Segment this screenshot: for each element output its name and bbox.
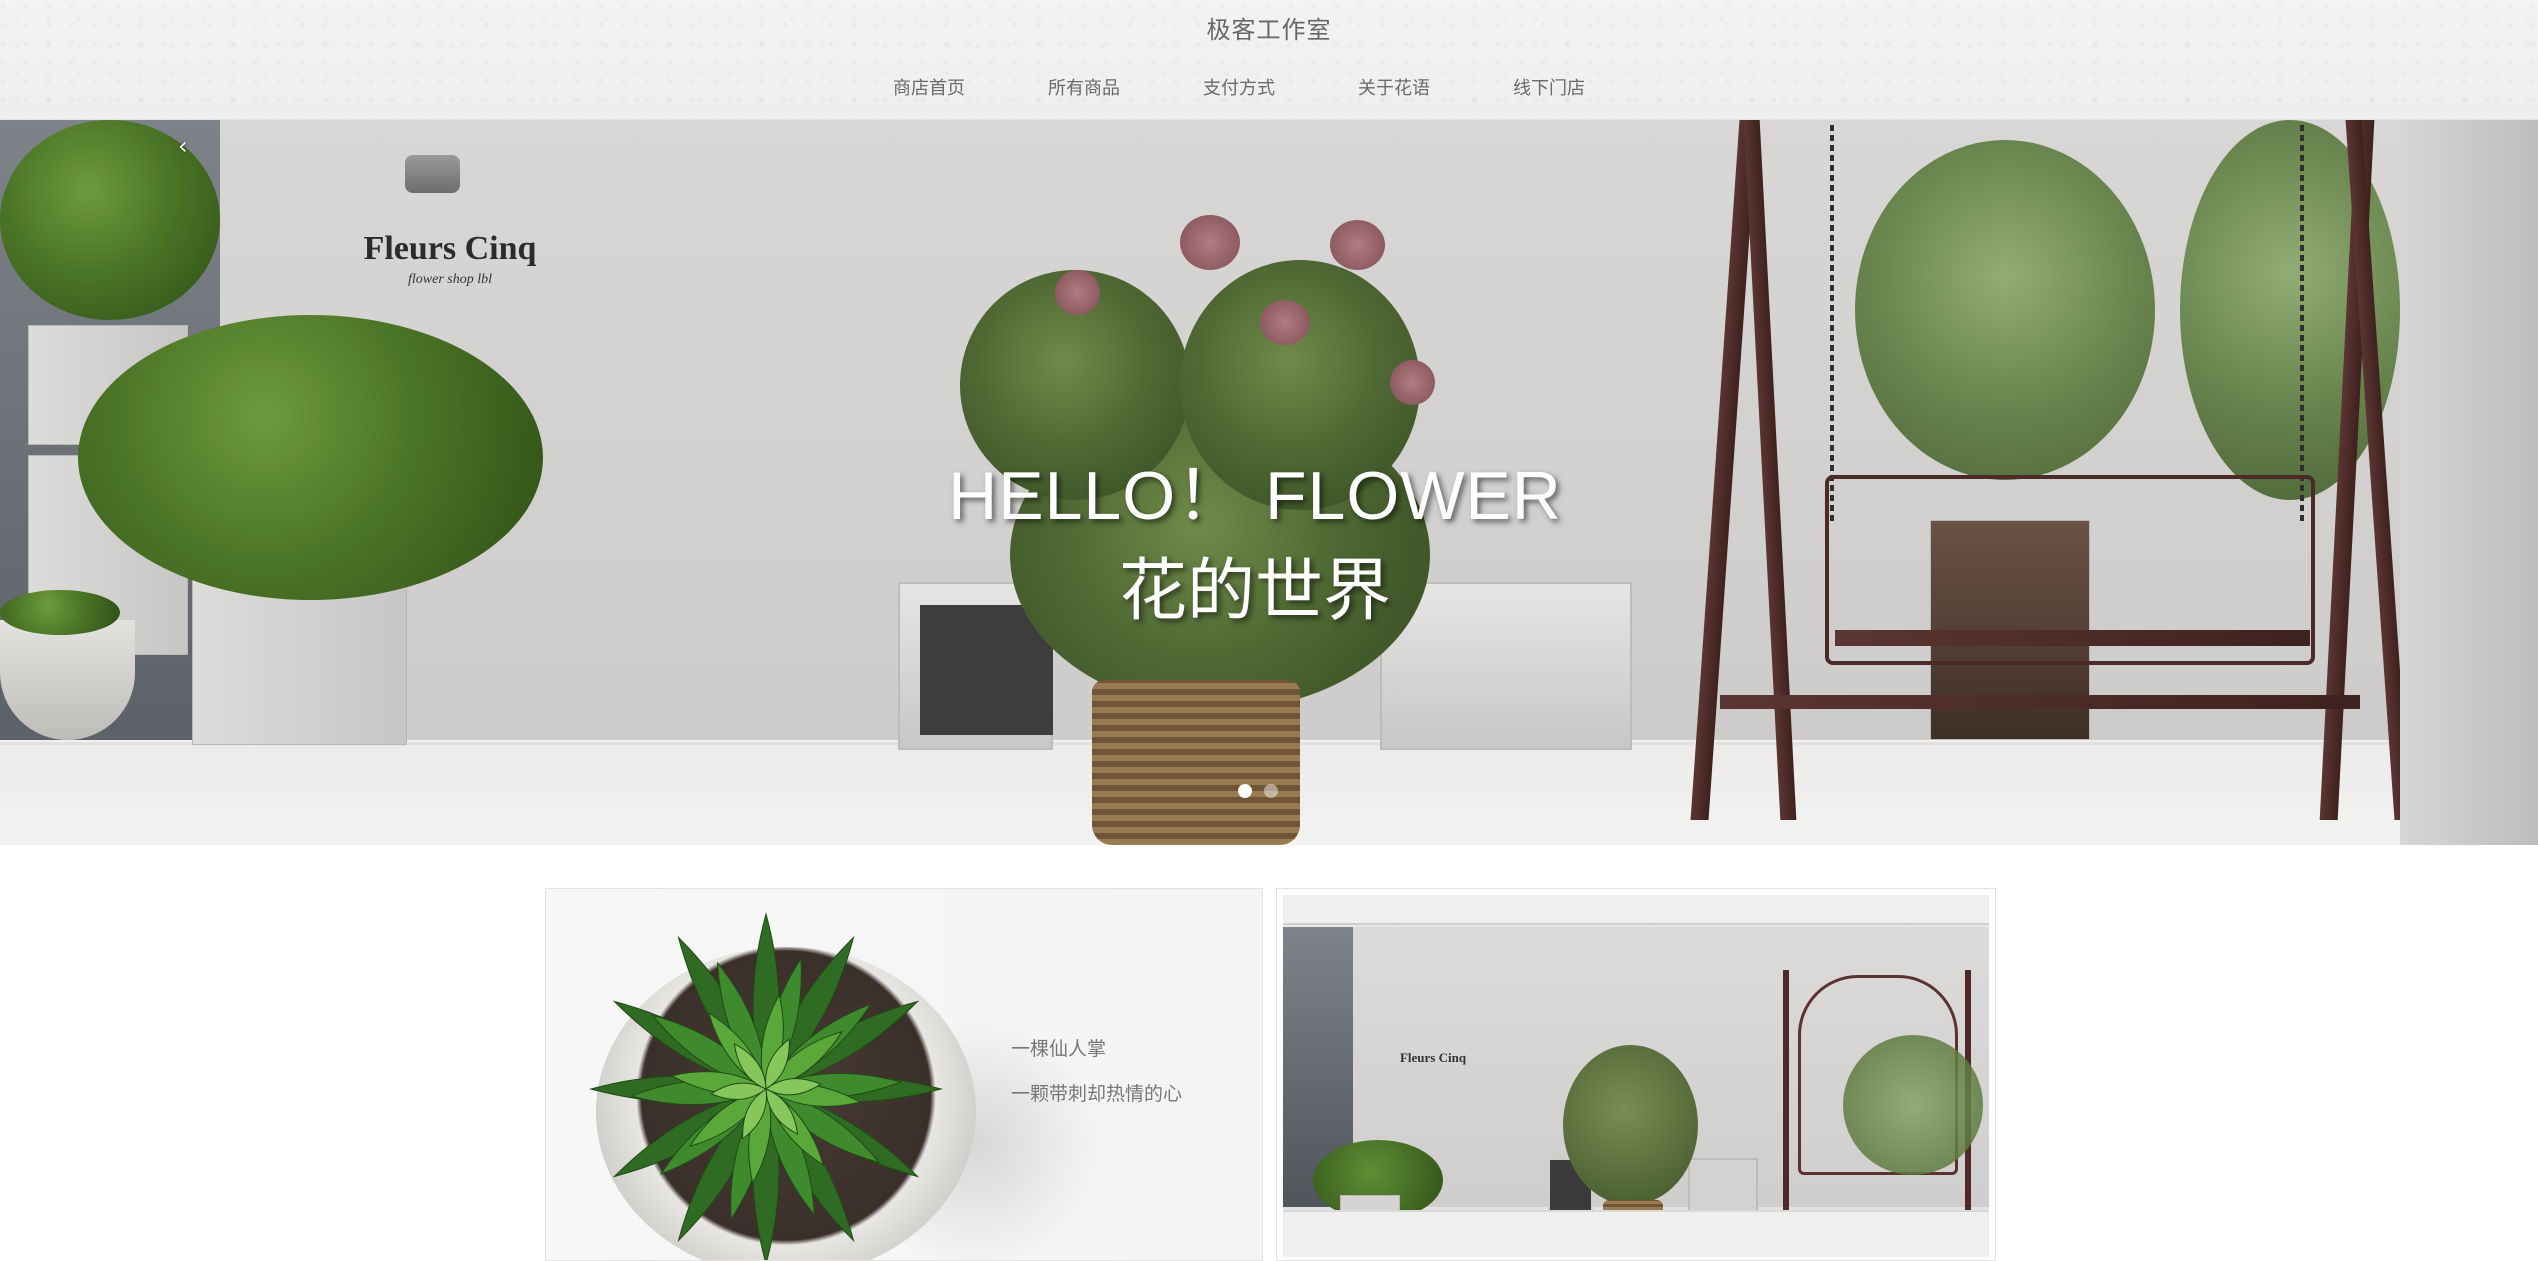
wall-lamp [405, 155, 460, 193]
wicker-basket [1092, 680, 1300, 845]
olive-tree [1855, 140, 2155, 480]
promo-card-cactus[interactable]: 一棵仙人掌 一颗带刺却热情的心 [545, 888, 1263, 1261]
photo-olive-tree [1843, 1035, 1983, 1175]
hero-carousel[interactable]: Fleurs Cinq flower shop lbl HELLO！ FLOWE… [0, 120, 2538, 845]
carousel-dot-1[interactable] [1238, 784, 1252, 798]
photo-swing-post-left [1783, 970, 1789, 1240]
photo-ceiling [1283, 895, 1989, 925]
carousel-indicators [1238, 784, 1278, 798]
nav-item-stores[interactable]: 线下门店 [1513, 74, 1668, 104]
swing-chain-left [1830, 125, 1834, 525]
succulent-image [589, 912, 943, 1260]
blossom [1390, 360, 1435, 405]
shop-sign-name: Fleurs Cinq [363, 230, 537, 267]
card-caption-line2: 一颗带刺却热情的心 [1011, 1083, 1183, 1105]
nav-item-all-products[interactable]: 所有商品 [1048, 74, 1203, 104]
photo-ground [1283, 1210, 1989, 1257]
blossom [1260, 300, 1310, 345]
nav-item-about[interactable]: 关于花语 [1358, 74, 1513, 104]
site-title[interactable]: 极客工作室 [0, 10, 2538, 45]
photo-bouquet [1563, 1045, 1698, 1205]
swing-seat-base [1835, 630, 2310, 646]
bench-right [1380, 582, 1632, 750]
bowl-plant [0, 590, 120, 635]
carousel-dot-2[interactable] [1264, 784, 1278, 798]
shop-sign-sub: flower shop lbl [407, 272, 492, 287]
swing-crossbar [1720, 695, 2360, 709]
round-shrub [78, 315, 543, 600]
photo-bench-right [1688, 1158, 1758, 1213]
nav-item-home[interactable]: 商店首页 [893, 74, 1048, 104]
shop-front-image: Fleurs Cinq [1283, 895, 1989, 1257]
carousel-prev-arrow[interactable]: ‹ [178, 132, 188, 160]
bouquet-foliage-right [1180, 260, 1420, 510]
swing-chain-right [2300, 125, 2304, 525]
card-caption: 一棵仙人掌 一颗带刺却热情的心 [1011, 1034, 1182, 1124]
blossom [1180, 215, 1240, 270]
nav-item-payment[interactable]: 支付方式 [1203, 74, 1358, 104]
photo-shop-sign: Fleurs Cinq [1399, 1050, 1467, 1065]
next-slide-peek [2400, 120, 2538, 845]
main-nav: 商店首页 所有商品 支付方式 关于花语 线下门店 [893, 74, 1668, 104]
card-caption-line1: 一棵仙人掌 [1011, 1038, 1107, 1060]
promo-card-shop[interactable]: Fleurs Cinq [1276, 888, 1996, 1261]
site-header: 极客工作室 商店首页 所有商品 支付方式 关于花语 线下门店 [0, 0, 2538, 120]
carousel-slide: Fleurs Cinq flower shop lbl [0, 120, 2400, 845]
blossom [1055, 270, 1100, 315]
shop-sign: Fleurs Cinq flower shop lbl [350, 230, 550, 310]
blossom [1330, 220, 1385, 270]
